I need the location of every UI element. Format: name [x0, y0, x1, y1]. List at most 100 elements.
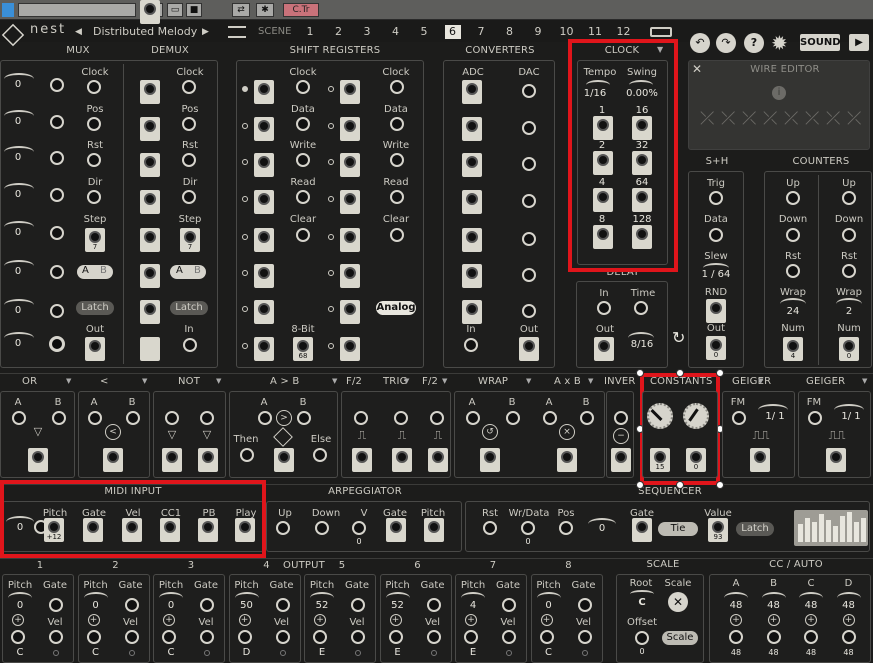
shift-right-dot-6[interactable]: [328, 306, 334, 312]
demux-left-box-3[interactable]: [140, 190, 160, 214]
shift-row-dot-7[interactable]: [242, 343, 248, 349]
mux-in-jack-3[interactable]: [50, 188, 64, 202]
delay-in-jack[interactable]: [597, 301, 611, 315]
demux-left-box-0[interactable]: [140, 80, 160, 104]
output-8-vel-jack[interactable]: [577, 630, 592, 644]
output-6-vel-jack[interactable]: [426, 630, 441, 644]
seq-step-bar-0[interactable]: [798, 524, 803, 542]
output-7-pitch-jack[interactable]: [464, 630, 478, 644]
shift-left-box-7[interactable]: [254, 337, 274, 361]
midi-cc1-box[interactable]: [160, 518, 180, 542]
resize-handle-br[interactable]: [716, 481, 724, 489]
shift-left-box-5[interactable]: [254, 264, 274, 288]
demux-latch-toggle[interactable]: Latch: [170, 301, 208, 315]
axb-a-jack[interactable]: [543, 411, 557, 425]
scene-tab-4[interactable]: 4: [388, 25, 404, 39]
shift-right-jack-3[interactable]: [390, 190, 404, 204]
seq-step-bar-2[interactable]: [812, 522, 817, 542]
f2a-out-box[interactable]: [352, 448, 372, 472]
scene-tab-12[interactable]: 12: [616, 25, 632, 39]
shift-row-dot-4[interactable]: [242, 234, 248, 240]
wire-node-5[interactable]: ⤫: [805, 108, 819, 134]
cc-b-jack[interactable]: [766, 630, 781, 644]
sh-out-jack[interactable]: 0: [706, 336, 726, 360]
settings-gear-icon[interactable]: ✹: [771, 31, 788, 55]
row2-dropdown-icon-8[interactable]: ▼: [758, 377, 763, 385]
mux-in-jack-1[interactable]: [50, 115, 64, 129]
output-6-gate-jack[interactable]: [426, 598, 441, 612]
arp-up-jack[interactable]: [276, 521, 290, 535]
demux-step-box[interactable]: 7: [180, 228, 200, 252]
agtb-else-jack[interactable]: [313, 448, 327, 462]
sh-rnd-jack[interactable]: [706, 299, 726, 323]
shift-jack-2[interactable]: [296, 153, 310, 167]
mux-jack-0[interactable]: [87, 80, 101, 94]
cc-d-jack[interactable]: [841, 630, 856, 644]
midi-pitch-box[interactable]: +12: [44, 518, 64, 542]
output-2-vel-jack[interactable]: [124, 630, 139, 644]
demux-jack-0[interactable]: [182, 80, 196, 94]
shift-row-dot-6[interactable]: [242, 306, 248, 312]
shift-right-box-5[interactable]: [340, 264, 360, 288]
save-icon[interactable]: ■: [186, 3, 202, 17]
mux-step-box[interactable]: 7: [85, 228, 105, 252]
output-4-gate-jack[interactable]: [275, 598, 290, 612]
shift-row-dot-1[interactable]: [242, 123, 248, 129]
resize-handle-bl[interactable]: [636, 481, 644, 489]
swap-icon[interactable]: ⇄: [232, 3, 250, 17]
resize-handle-tr[interactable]: [716, 369, 724, 377]
shift-jack-3[interactable]: [296, 190, 310, 204]
shift-analog-toggle[interactable]: Analog: [376, 301, 416, 315]
output-3-vel-jack[interactable]: [200, 630, 214, 644]
shift-jack-4[interactable]: [296, 228, 310, 242]
demux-left-box-6[interactable]: [140, 300, 160, 324]
inver-in-jack[interactable]: [614, 411, 628, 425]
preset-prev-icon[interactable]: ◀: [75, 25, 82, 39]
shift-right-dot-1[interactable]: [328, 123, 334, 129]
wire-node-6[interactable]: ⤫: [826, 108, 840, 134]
scene-tab-5[interactable]: 5: [416, 25, 432, 39]
output-7-gate-jack[interactable]: [502, 598, 516, 612]
seq-step-bar-9[interactable]: [861, 518, 866, 542]
adc-box-0[interactable]: [462, 80, 482, 104]
arp-v-jack[interactable]: [352, 521, 366, 535]
seq-latch-toggle[interactable]: Latch: [736, 522, 774, 536]
output-8-pitch-jack[interactable]: [539, 630, 554, 644]
axb-b-jack[interactable]: [580, 411, 594, 425]
output-3-pitch-jack[interactable]: [162, 630, 176, 644]
demux-left-box-4[interactable]: [140, 0, 160, 24]
output-2-pitch-jack[interactable]: [86, 630, 101, 644]
clock-div-box-1[interactable]: [632, 116, 652, 140]
counter1-num-box[interactable]: 4: [783, 337, 803, 361]
delay-time-jack[interactable]: [634, 301, 648, 315]
lt-b-jack[interactable]: [126, 411, 140, 425]
wire-node-2[interactable]: ⤫: [742, 108, 756, 134]
shift-right-box-7[interactable]: [340, 337, 360, 361]
constant-out-box-2[interactable]: 0: [686, 448, 706, 472]
host-preset-field[interactable]: [18, 3, 136, 17]
scene-tab-8[interactable]: 8: [502, 25, 518, 39]
seq-step-bar-7[interactable]: [847, 512, 852, 542]
scene-tab-3[interactable]: 3: [359, 25, 375, 39]
shift-right-dot-4[interactable]: [328, 234, 334, 240]
dac-jack-0[interactable]: [522, 84, 536, 98]
seq-pos-jack[interactable]: [559, 521, 573, 535]
not-a-jack[interactable]: [165, 411, 179, 425]
wrap-a-jack[interactable]: [466, 411, 480, 425]
shift-right-box-6[interactable]: [340, 300, 360, 324]
shift-left-box-1[interactable]: [254, 117, 274, 141]
scene-tab-7[interactable]: 7: [473, 25, 489, 39]
scale-button[interactable]: Scale: [662, 631, 698, 645]
row2-dropdown-icon-6[interactable]: ▼: [526, 377, 531, 385]
row2-dropdown-icon-2[interactable]: ▼: [216, 377, 221, 385]
rotate-handle-icon[interactable]: ↻: [672, 328, 685, 347]
seq-gate-jack[interactable]: [632, 518, 652, 542]
sh-data-jack[interactable]: [709, 228, 723, 242]
output-6-pitch-jack[interactable]: [388, 630, 403, 644]
help-icon[interactable]: ?: [744, 33, 764, 53]
counter2-num-box[interactable]: 0: [839, 337, 859, 361]
mux-in-jack-7[interactable]: [49, 336, 65, 352]
lt-a-jack[interactable]: [88, 411, 102, 425]
counter2-jack-0[interactable]: [842, 191, 856, 205]
geiger1-fm-jack[interactable]: [732, 411, 746, 425]
